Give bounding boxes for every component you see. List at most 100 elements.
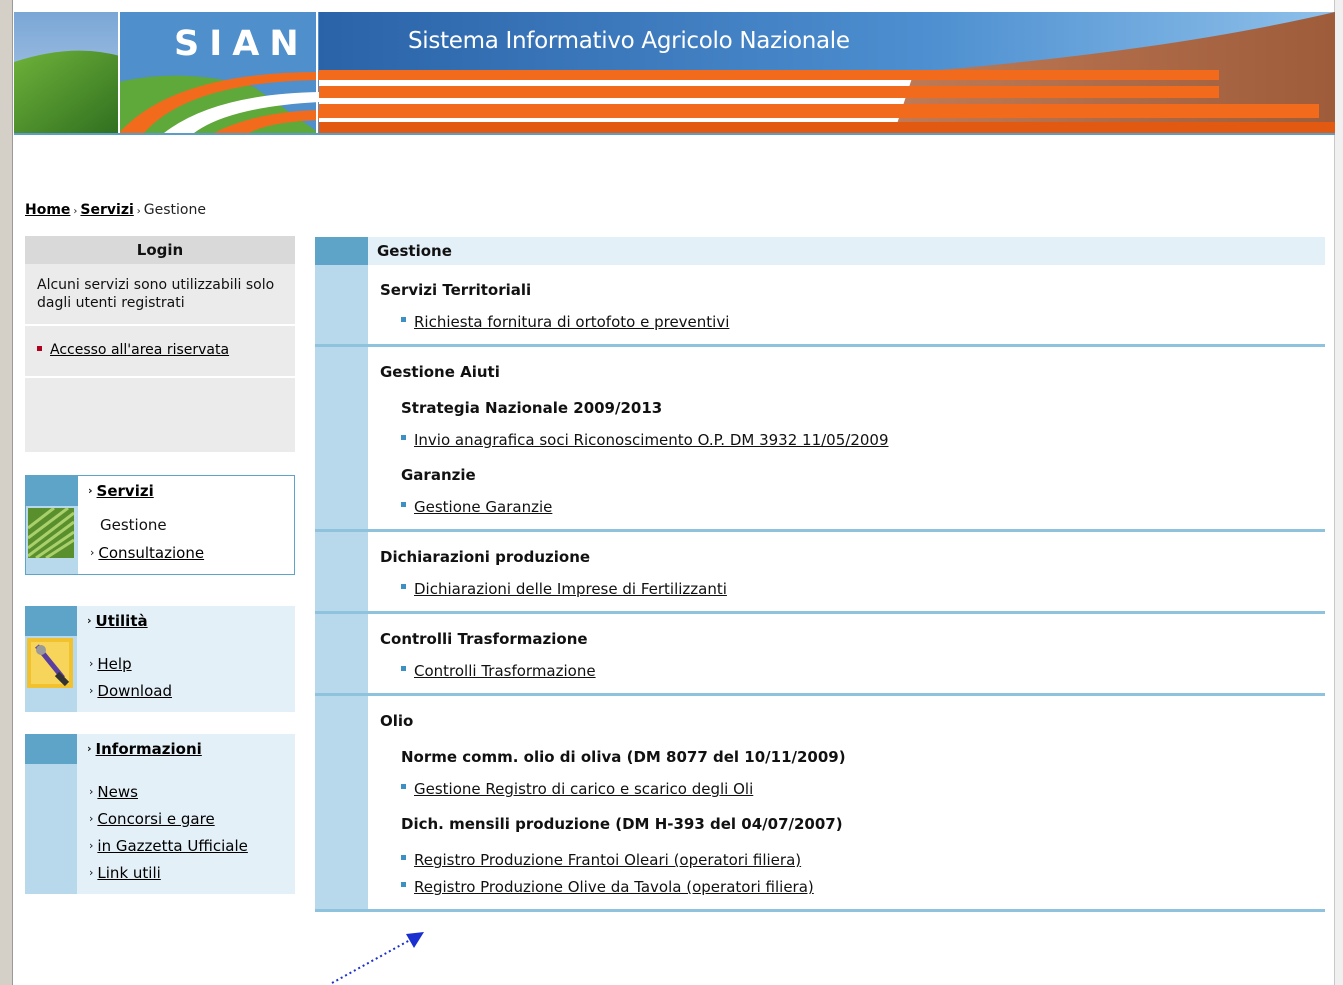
informazioni-link[interactable]: Informazioni (96, 740, 202, 758)
subsection-title: Dich. mensili produzione (DM H-393 del 0… (401, 815, 843, 833)
controlli-trasformazione-link[interactable]: Controlli Trasformazione (414, 662, 596, 680)
breadcrumb-home[interactable]: Home (25, 202, 70, 218)
bullet-icon (401, 502, 406, 507)
sian-logo: SIAN (174, 24, 309, 64)
subsection-title: Strategia Nazionale 2009/2013 (401, 399, 663, 417)
help-link[interactable]: Help (97, 655, 131, 673)
section-title: Gestione Aiuti (380, 363, 500, 381)
chevron-right-icon: › (89, 684, 94, 697)
ortofoto-link[interactable]: Richiesta fornitura di ortofoto e preven… (414, 313, 729, 331)
breadcrumb: Home › Servizi › Gestione (25, 202, 206, 218)
main-content: Gestione Servizi Territoriali Richiesta … (315, 237, 1325, 912)
breadcrumb-separator: › (136, 206, 141, 217)
chevron-right-icon: › (89, 839, 94, 852)
sidebar-item-help[interactable]: › Help (89, 650, 295, 677)
servizi-link[interactable]: Servizi (97, 482, 154, 500)
section-controlli-trasformazione: Controlli Trasformazione Controlli Trasf… (315, 614, 1325, 696)
sidebar-item-concorsi[interactable]: › Concorsi e gare (89, 805, 295, 832)
sidebar-servizi-title: › Servizi (78, 476, 294, 506)
field-thumbnail-icon (28, 508, 74, 558)
chevron-right-icon: › (88, 484, 93, 497)
sidebar-informazioni: › Informazioni › News › Concorsi e gare › in… (25, 734, 295, 894)
chevron-right-icon: › (87, 742, 92, 755)
utilita-link[interactable]: Utilità (96, 612, 148, 630)
section-title: Olio (380, 712, 414, 730)
login-title: Login (25, 236, 295, 264)
login-description: Alcuni servizi sono utilizzabili solo da… (37, 277, 275, 311)
window-frame-right (1334, 0, 1343, 985)
bullet-icon (401, 882, 406, 887)
section-side (315, 614, 368, 693)
login-link-row: Accesso all'area riservata (25, 326, 295, 358)
bullet-icon (401, 435, 406, 440)
page-title: Gestione (368, 237, 1325, 265)
news-link[interactable]: News (97, 783, 138, 801)
section-side (315, 347, 368, 529)
annotation-arrow-icon (331, 932, 424, 984)
fertilizzanti-link[interactable]: Dichiarazioni delle Imprese di Fertilizz… (414, 580, 727, 598)
section-gestione-aiuti: Gestione Aiuti Strategia Nazionale 2009/… (315, 347, 1325, 532)
subsection-title: Garanzie (401, 466, 476, 484)
reserved-area-link[interactable]: Accesso all'area riservata (50, 342, 229, 358)
download-link[interactable]: Download (97, 682, 172, 700)
chevron-right-icon: › (89, 812, 94, 825)
login-box: Login Alcuni servizi sono utilizzabili s… (25, 236, 295, 452)
sidebar-item-news[interactable]: › News (89, 778, 295, 805)
section-olio: Olio Norme comm. olio di oliva (DM 8077 … (315, 696, 1325, 912)
chevron-right-icon: › (89, 866, 94, 879)
section-side (315, 265, 368, 344)
gestione-garanzie-link[interactable]: Gestione Garanzie (414, 498, 552, 516)
sidebar-item-download[interactable]: › Download (89, 677, 295, 704)
sidebar-item-gestione: Gestione (100, 516, 167, 534)
list-item[interactable]: Registro Produzione Frantoi Oleari (oper… (380, 847, 1325, 874)
gazzetta-link[interactable]: in Gazzetta Ufficiale (97, 837, 247, 855)
olive-tavola-link[interactable]: Registro Produzione Olive da Tavola (ope… (414, 878, 814, 896)
breadcrumb-servizi[interactable]: Servizi (80, 202, 133, 218)
sidebar-item-link-utili[interactable]: › Link utili (89, 859, 295, 886)
list-item[interactable]: Gestione Garanzie (380, 494, 1325, 521)
consultazione-link[interactable]: Consultazione (98, 544, 204, 562)
bullet-icon (401, 666, 406, 671)
section-servizi-territoriali: Servizi Territoriali Richiesta fornitura… (315, 265, 1325, 347)
chevron-right-icon: › (89, 657, 94, 670)
section-tab (25, 606, 77, 636)
sidebar-servizi: › Servizi Gestione › Consultazione (25, 475, 295, 575)
link-utili-link[interactable]: Link utili (97, 864, 160, 882)
list-item[interactable]: Dichiarazioni delle Imprese di Fertilizz… (380, 576, 1325, 603)
chevron-right-icon: › (89, 785, 94, 798)
sidebar-utilita: › Utilità › Help › Download (25, 606, 295, 712)
sidebar-item-consultazione[interactable]: › Consultazione (90, 539, 294, 566)
section-side (25, 636, 77, 712)
window-frame-left (0, 0, 13, 985)
section-side (26, 506, 78, 574)
concorsi-link[interactable]: Concorsi e gare (97, 810, 214, 828)
registro-oli-link[interactable]: Gestione Registro di carico e scarico de… (414, 780, 753, 798)
sidebar-informazioni-title: › Informazioni (77, 734, 295, 764)
section-title: Dichiarazioni produzione (380, 548, 591, 566)
list-item[interactable]: Registro Produzione Olive da Tavola (ope… (380, 874, 1325, 901)
subsection-title: Norme comm. olio di oliva (DM 8077 del 1… (401, 748, 846, 766)
banner-title: Sistema Informativo Agricolo Nazionale (408, 28, 850, 54)
bullet-icon (401, 784, 406, 789)
breadcrumb-separator: › (73, 206, 78, 217)
sidebar-item-gazzetta[interactable]: › in Gazzetta Ufficiale (89, 832, 295, 859)
list-item[interactable]: Controlli Trasformazione (380, 658, 1325, 685)
section-tab (315, 237, 368, 265)
list-item[interactable]: Invio anagrafica soci Riconoscimento O.P… (380, 427, 1325, 454)
bullet-icon (37, 346, 42, 351)
breadcrumb-current: Gestione (143, 202, 206, 218)
anagrafica-soci-link[interactable]: Invio anagrafica soci Riconoscimento O.P… (414, 431, 889, 449)
list-item[interactable]: Richiesta fornitura di ortofoto e preven… (380, 309, 1325, 336)
section-tab (25, 734, 77, 764)
sidebar-utilita-title: › Utilità (77, 606, 295, 636)
bullet-icon (401, 317, 406, 322)
section-title: Controlli Trasformazione (380, 630, 588, 648)
section-dichiarazioni-produzione: Dichiarazioni produzione Dichiarazioni d… (315, 532, 1325, 614)
list-item[interactable]: Gestione Registro di carico e scarico de… (380, 776, 1325, 803)
section-title: Servizi Territoriali (380, 281, 532, 299)
section-side (315, 532, 368, 611)
frantoi-oleari-link[interactable]: Registro Produzione Frantoi Oleari (oper… (414, 851, 801, 869)
site-banner: SIAN Sistema Informativo Agricolo Nazion… (14, 12, 1335, 135)
bullet-icon (401, 855, 406, 860)
bullet-icon (401, 584, 406, 589)
